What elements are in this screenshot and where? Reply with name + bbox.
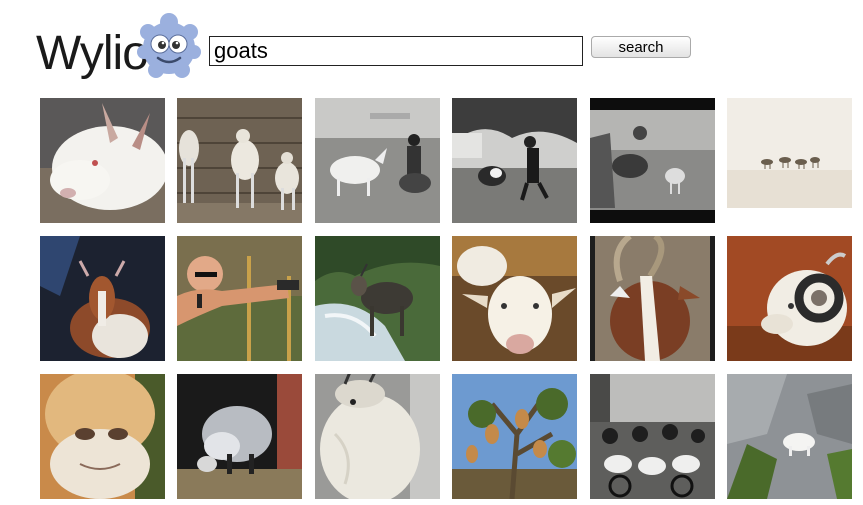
ram-curled-horns-image — [727, 236, 852, 361]
horned-goat-closeup-image — [590, 236, 715, 361]
result-thumbnail[interactable] — [315, 374, 440, 499]
search-input[interactable] — [209, 36, 583, 66]
result-thumbnail[interactable] — [315, 98, 440, 223]
goat-rock-cliff-image — [727, 374, 852, 499]
result-thumbnail[interactable] — [452, 98, 577, 223]
man-aiming-pistol-image — [177, 236, 302, 361]
result-thumbnail[interactable] — [315, 236, 440, 361]
logo-text: Wylio — [36, 27, 149, 80]
image-results-grid — [40, 98, 863, 499]
result-thumbnail[interactable] — [177, 236, 302, 361]
search-button[interactable]: search — [591, 36, 691, 58]
bw-goat-cart-image — [590, 374, 715, 499]
bw-goat-field-man-image — [452, 98, 577, 223]
result-thumbnail[interactable] — [177, 98, 302, 223]
bw-goat-photo-frame-image — [590, 98, 715, 223]
goats-in-tree-image — [452, 374, 577, 499]
result-thumbnail[interactable] — [727, 374, 852, 499]
goat-nose-closeup-image — [40, 374, 165, 499]
result-thumbnail[interactable] — [40, 374, 165, 499]
goat-mountain-stream-image — [315, 236, 440, 361]
result-thumbnail[interactable] — [590, 98, 715, 223]
result-thumbnail[interactable] — [177, 374, 302, 499]
bw-goat-soldier-image — [315, 98, 440, 223]
result-thumbnail[interactable] — [452, 374, 577, 499]
result-thumbnail[interactable] — [40, 236, 165, 361]
blue-furry-monster-icon — [137, 13, 201, 78]
white-mountain-goat-image — [315, 374, 440, 499]
result-thumbnail[interactable] — [452, 236, 577, 361]
result-thumbnail[interactable] — [590, 236, 715, 361]
wylio-logo[interactable]: Wylio — [36, 12, 201, 92]
result-thumbnail[interactable] — [727, 98, 852, 223]
three-goats-barn-image — [177, 98, 302, 223]
white-goat-smiling-image — [452, 236, 577, 361]
camels-desert-image — [727, 98, 852, 223]
goat-dark-background-image — [40, 236, 165, 361]
result-thumbnail[interactable] — [590, 374, 715, 499]
result-thumbnail[interactable] — [727, 236, 852, 361]
result-thumbnail[interactable] — [40, 98, 165, 223]
pygmy-goat-shed-image — [177, 374, 302, 499]
white-goat-closeup-image — [40, 98, 165, 223]
